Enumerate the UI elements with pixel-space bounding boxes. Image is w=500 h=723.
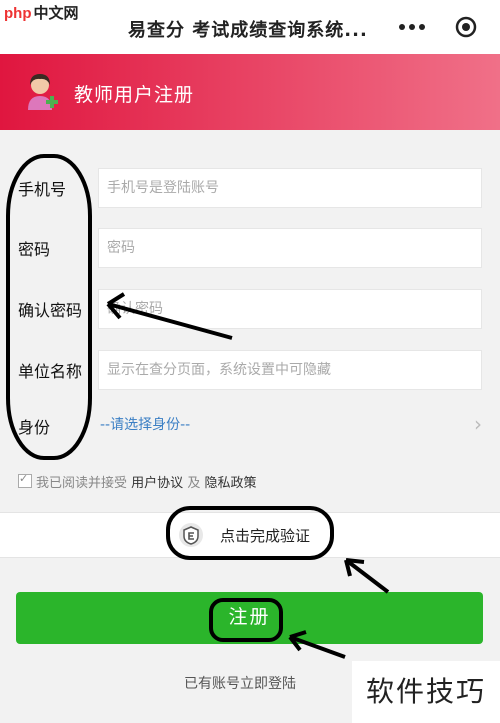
confirm-password-row: 确认密码: [0, 283, 500, 333]
annotation-arrow-captcha: [344, 558, 390, 594]
captcha-button[interactable]: 点击完成验证: [178, 521, 310, 549]
org-input[interactable]: [98, 350, 482, 390]
more-dots-icon[interactable]: [398, 17, 426, 37]
login-link[interactable]: 已有账号立即登陆: [184, 673, 296, 693]
phone-label: 手机号: [18, 180, 67, 199]
chevron-right-icon: ›: [474, 412, 482, 436]
phone-input[interactable]: [98, 168, 482, 208]
agreement-row: 我已阅读并接受 用户协议 及 隐私政策: [18, 472, 256, 491]
watermark-bottom: 软件技巧: [352, 661, 500, 723]
phone-row: 手机号: [0, 162, 500, 212]
page-header: 教师用户注册: [0, 54, 500, 130]
teacher-avatar-icon: [28, 74, 58, 110]
register-button[interactable]: 注册: [16, 592, 483, 644]
password-row: 密码: [0, 222, 500, 272]
agreement-prefix: 我已阅读并接受: [36, 476, 128, 491]
app-title: 易查分 考试成绩查询系统...: [128, 20, 368, 41]
shield-e-icon: [179, 523, 203, 547]
register-label: 注册: [228, 607, 271, 628]
identity-label: 身份: [18, 418, 51, 437]
watermark-logo-php: php: [4, 5, 32, 22]
agreement-checkbox[interactable]: [18, 472, 32, 488]
privacy-link[interactable]: 隐私政策: [204, 476, 256, 491]
target-icon[interactable]: [455, 16, 477, 38]
password-label: 密码: [18, 240, 51, 259]
annotation-arrow-captcha-head: [344, 558, 365, 577]
confirm-password-label: 确认密码: [18, 301, 83, 320]
org-label: 单位名称: [18, 362, 83, 381]
terms-link[interactable]: 用户协议: [131, 476, 183, 491]
agreement-and: 及: [187, 476, 201, 491]
password-input[interactable]: [98, 228, 482, 268]
identity-select[interactable]: --请选择身份--: [100, 414, 190, 434]
identity-row[interactable]: 身份 --请选择身份-- ›: [0, 400, 500, 450]
org-row: 单位名称: [0, 344, 500, 394]
watermark-logo: php 中文网: [4, 2, 79, 23]
captcha-bar: 点击完成验证: [0, 512, 500, 558]
captcha-label: 点击完成验证: [220, 526, 311, 545]
page-title: 教师用户注册: [74, 84, 195, 106]
confirm-password-input[interactable]: [98, 289, 482, 329]
watermark-logo-text: 中文网: [33, 5, 79, 22]
top-nav-bar: php 中文网 易查分 考试成绩查询系统...: [0, 0, 500, 54]
